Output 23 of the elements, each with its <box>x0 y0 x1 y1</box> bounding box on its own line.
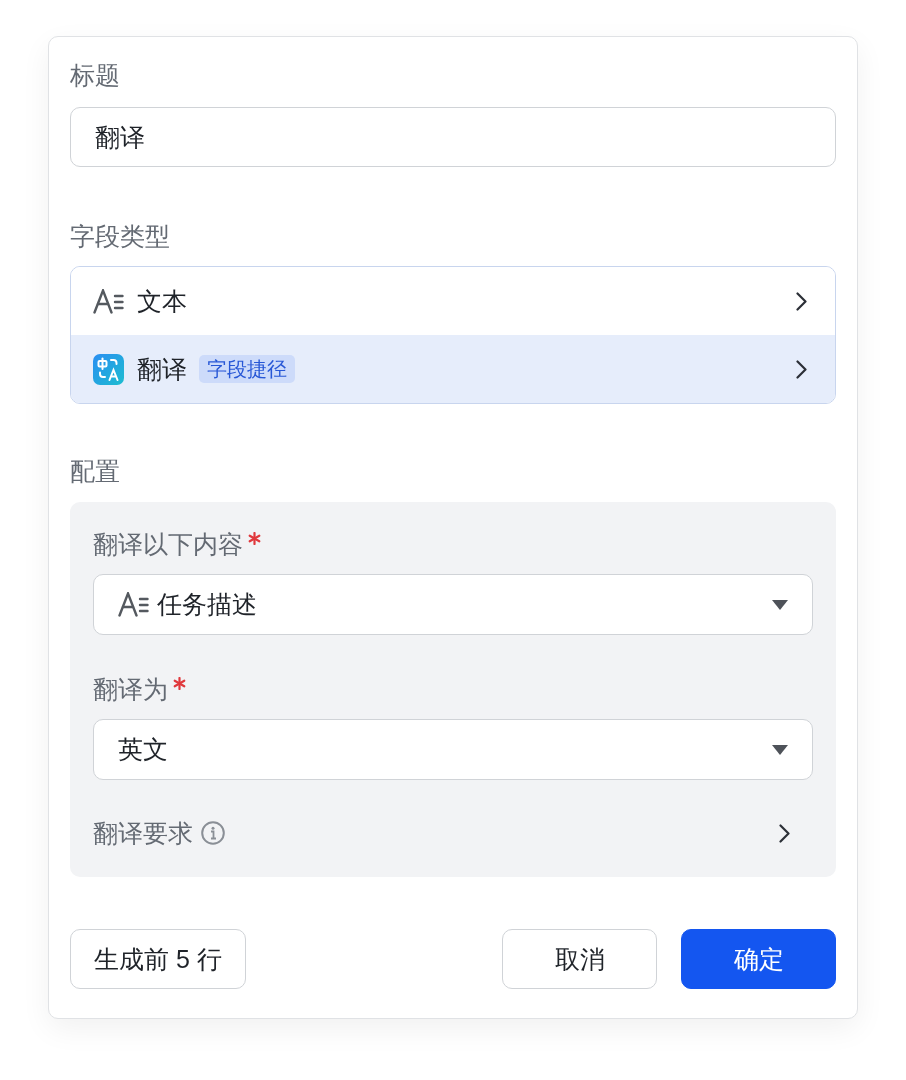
title-input[interactable]: 翻译 <box>70 107 836 167</box>
caret-down-icon <box>772 744 788 755</box>
translate-app-icon <box>93 353 124 385</box>
select-field[interactable]: 任务描述 <box>93 574 813 635</box>
select-field[interactable]: 英文 <box>93 719 813 780</box>
action-button[interactable]: 生成前 5 行 <box>70 929 246 989</box>
shortcut-badge: 字段捷径 <box>199 355 295 383</box>
section-label: 字段类型 <box>70 221 170 252</box>
chevron-right-icon <box>796 359 807 379</box>
action-button[interactable]: 取消 <box>502 929 657 989</box>
text-type-icon <box>93 288 124 314</box>
requirements-link[interactable]: 翻译要求 <box>93 803 813 863</box>
text-type-icon <box>118 592 149 617</box>
section-label: 配置 <box>70 456 120 487</box>
field-label: 翻译以下内容 <box>93 529 243 560</box>
field-type-option[interactable]: 翻译 字段捷径 <box>71 335 835 403</box>
chevron-right-icon <box>796 291 807 311</box>
caret-down-icon <box>772 599 788 610</box>
section-label: 标题 <box>70 60 120 91</box>
field-label: 翻译为 <box>93 674 168 705</box>
confirm-button[interactable]: 确定 <box>681 929 836 989</box>
chevron-right-icon <box>779 823 790 843</box>
info-icon[interactable] <box>201 821 225 845</box>
